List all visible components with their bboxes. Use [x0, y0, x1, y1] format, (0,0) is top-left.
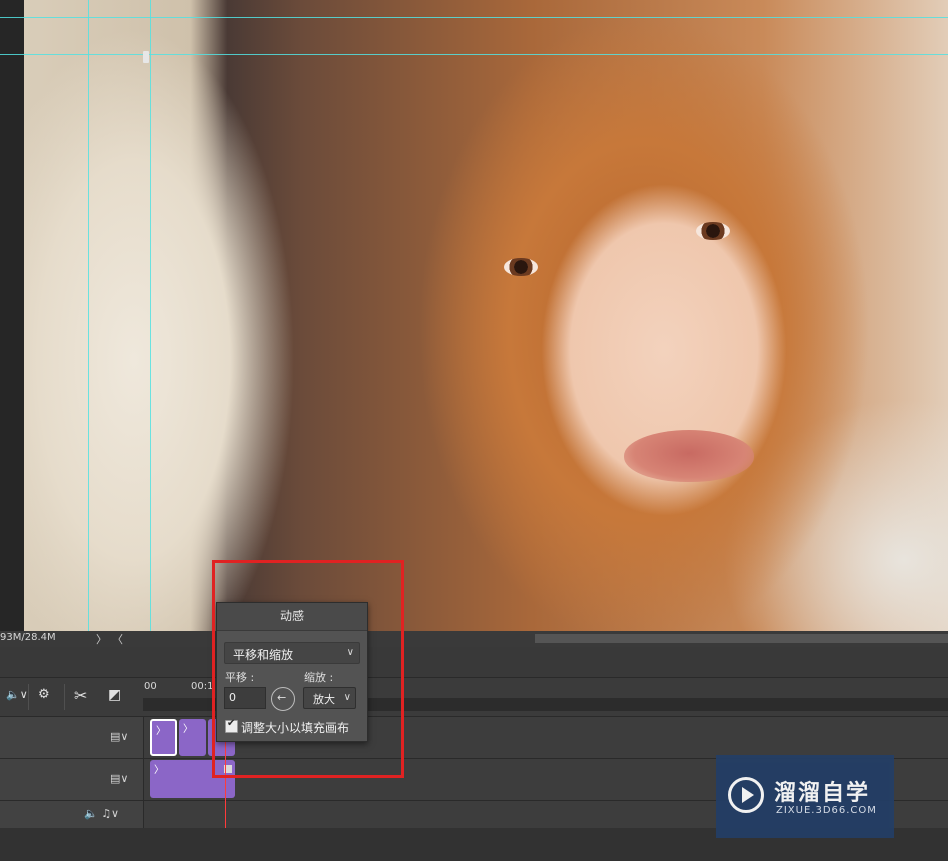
watermark-url: ZIXUE.3D66.COM: [776, 805, 877, 816]
ruler-label-1: 00:1: [191, 681, 214, 692]
video-track-1: ▤∨ 〉 〉: [0, 716, 948, 758]
status-next-arrow-icon[interactable]: 〉: [96, 631, 107, 647]
toolbar-divider: [64, 684, 65, 710]
guide-horizontal-1[interactable]: [0, 17, 948, 18]
left-eye: [504, 258, 538, 276]
document-canvas[interactable]: [0, 0, 948, 631]
status-bar: 93M/28.4M 〉 〈: [0, 631, 948, 647]
track-controls: 🔈 ♫∨: [0, 801, 144, 828]
clip-motion-icon: 〉: [183, 724, 193, 735]
split-scissors-icon[interactable]: ✂: [74, 686, 87, 705]
film-strip-icon[interactable]: ▤∨: [110, 772, 128, 785]
clip[interactable]: 〉: [179, 719, 206, 756]
toolbar-divider: [28, 684, 29, 710]
highlight-annotation-box: [212, 560, 404, 778]
site-watermark: 溜溜自学 ZIXUE.3D66.COM: [716, 755, 894, 838]
transition-icon[interactable]: ◩: [108, 687, 121, 703]
play-logo-icon: [728, 777, 764, 813]
guide-vertical-1[interactable]: [88, 0, 89, 631]
track-controls: ▤∨: [0, 717, 144, 758]
clip-motion-icon: 〉: [156, 726, 166, 737]
canvas-left-edge: [0, 0, 24, 631]
audio-speaker-icon[interactable]: 🔈 ♫∨: [84, 807, 119, 820]
track-controls: ▤∨: [0, 759, 144, 800]
clip-motion-icon: 〉: [154, 765, 164, 776]
clip-selected[interactable]: 〉: [150, 719, 177, 756]
timeline-header: [0, 647, 948, 678]
watermark-title: 溜溜自学: [774, 781, 871, 806]
right-eye: [696, 222, 730, 240]
portrait-photo: [24, 0, 948, 631]
guide-vertical-2[interactable]: [150, 0, 151, 631]
lips: [624, 430, 754, 482]
scroll-left-arrow-icon[interactable]: 〈: [112, 631, 123, 647]
ruler-label-start: 00: [144, 681, 157, 692]
settings-gear-icon[interactable]: ⚙: [38, 687, 50, 702]
doc-size-readout: 93M/28.4M: [0, 632, 56, 643]
mute-audio-icon[interactable]: 🔈∨: [6, 688, 28, 701]
film-strip-icon[interactable]: ▤∨: [110, 730, 128, 743]
work-area-start-handle[interactable]: [143, 51, 149, 63]
horizontal-scroll-thumb[interactable]: [535, 634, 948, 643]
